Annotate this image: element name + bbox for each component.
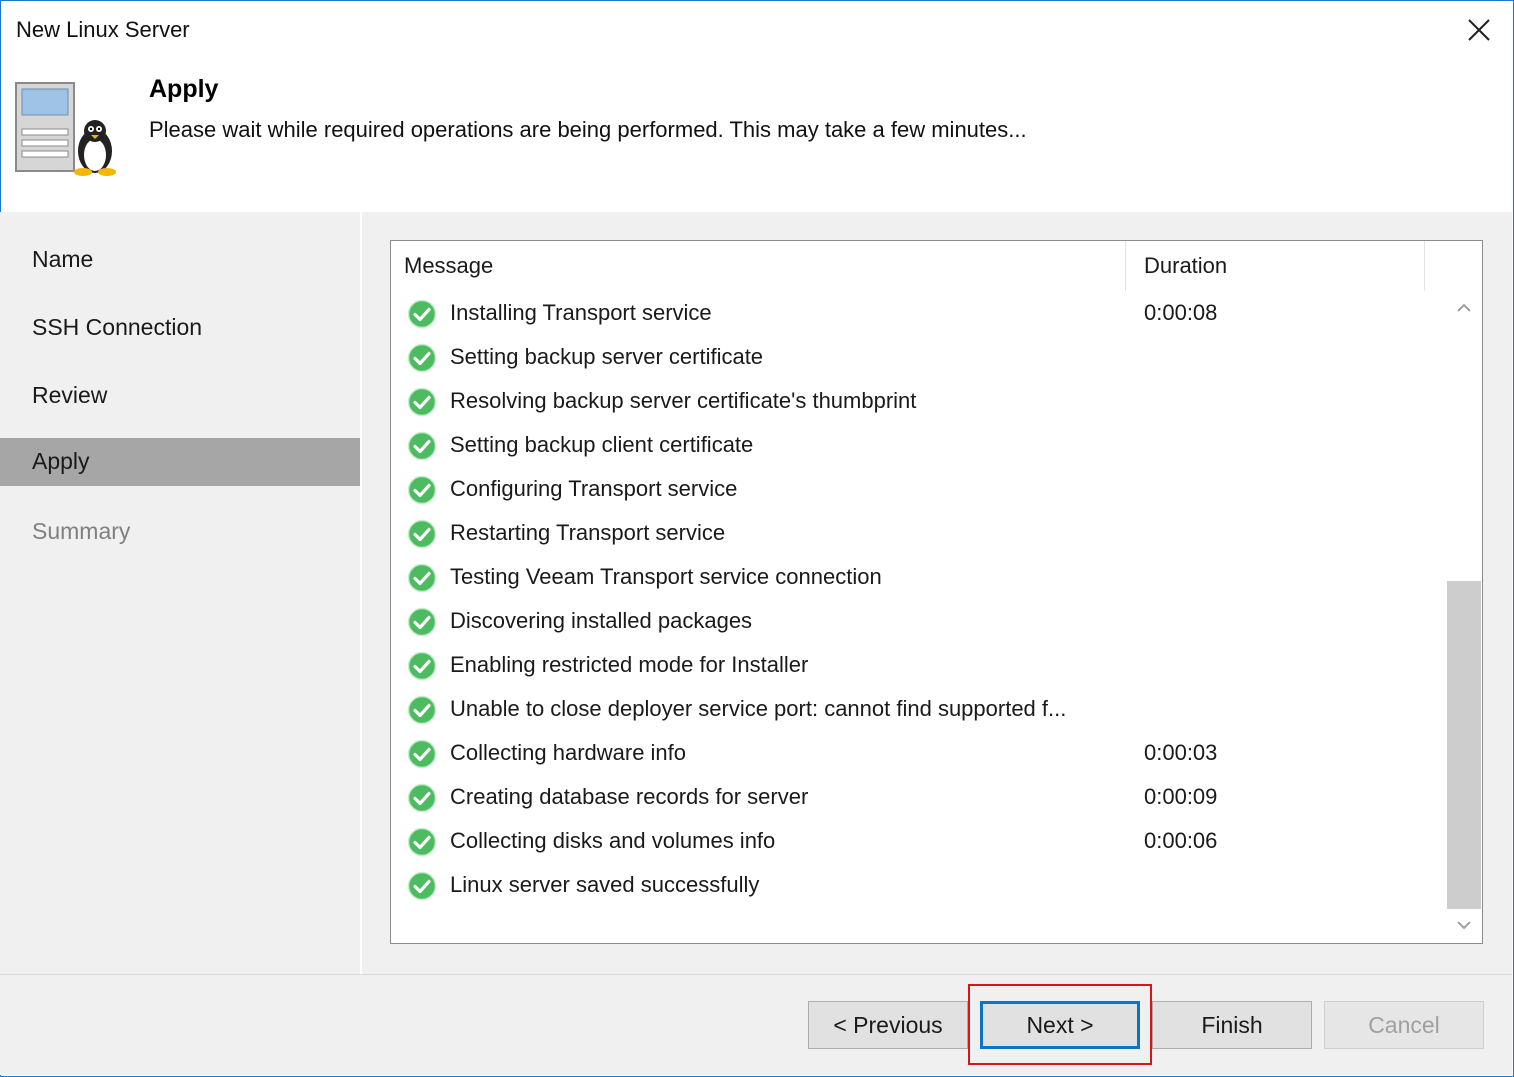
chevron-down-icon bbox=[1457, 921, 1471, 930]
check-circle-icon bbox=[407, 827, 437, 857]
step-title: Apply bbox=[149, 75, 219, 103]
check-circle-icon bbox=[407, 519, 437, 549]
table-row[interactable]: Discovering installed packages bbox=[391, 600, 1447, 644]
table-row[interactable]: Creating database records for server 0:00… bbox=[391, 776, 1447, 820]
vertical-scrollbar[interactable] bbox=[1447, 291, 1481, 942]
sidebar-item-label: Apply bbox=[32, 448, 90, 474]
sidebar-item-summary: Summary bbox=[0, 508, 360, 556]
check-circle-icon bbox=[407, 475, 437, 505]
close-button[interactable] bbox=[1459, 13, 1499, 49]
scroll-down-button[interactable] bbox=[1447, 908, 1481, 942]
log-message: Configuring Transport service bbox=[450, 476, 738, 501]
log-message: Setting backup server certificate bbox=[450, 344, 764, 369]
sidebar-item-name[interactable]: Name bbox=[0, 236, 360, 284]
log-duration: 0:00:06 bbox=[1144, 828, 1218, 853]
log-message: Installing Transport service bbox=[450, 300, 712, 325]
column-divider bbox=[1424, 241, 1425, 291]
log-message: Testing Veeam Transport service connecti… bbox=[450, 564, 882, 589]
check-circle-icon bbox=[407, 607, 437, 637]
log-message: Restarting Transport service bbox=[450, 520, 726, 545]
previous-button[interactable]: < Previous bbox=[808, 1001, 968, 1049]
log-message: Enabling restricted mode for Installer bbox=[450, 652, 809, 677]
table-row[interactable]: Setting backup server certificate bbox=[391, 336, 1447, 380]
log-message: Setting backup client certificate bbox=[450, 432, 754, 457]
wizard-steps-sidebar: Name SSH Connection Review Apply Summary bbox=[0, 212, 360, 974]
sidebar-item-ssh-connection[interactable]: SSH Connection bbox=[0, 304, 360, 352]
table-row[interactable]: Collecting hardware info 0:00:03 bbox=[391, 732, 1447, 776]
log-duration: 0:00:08 bbox=[1144, 300, 1218, 325]
log-message: Unable to close deployer service port: c… bbox=[450, 696, 1067, 721]
log-message: Resolving backup server certificate's th… bbox=[450, 388, 917, 413]
log-message: Collecting hardware info bbox=[450, 740, 687, 765]
log-message: Creating database records for server bbox=[450, 784, 809, 809]
operations-log[interactable]: Message Duration Installing Transport se… bbox=[390, 240, 1483, 944]
chevron-up-icon bbox=[1457, 303, 1471, 312]
next-button-highlight bbox=[968, 984, 1152, 1065]
column-divider bbox=[1125, 241, 1126, 291]
log-message: Discovering installed packages bbox=[450, 608, 753, 633]
check-circle-icon bbox=[407, 739, 437, 769]
check-circle-icon bbox=[407, 695, 437, 725]
close-icon bbox=[1468, 19, 1490, 41]
step-description: Please wait while required operations ar… bbox=[149, 117, 1027, 142]
log-message: Linux server saved successfully bbox=[450, 872, 760, 897]
table-row[interactable]: Configuring Transport service bbox=[391, 468, 1447, 512]
check-circle-icon bbox=[407, 563, 437, 593]
window-title: New Linux Server bbox=[16, 17, 190, 42]
check-circle-icon bbox=[407, 343, 437, 373]
finish-button[interactable]: Finish bbox=[1152, 1001, 1312, 1049]
table-row[interactable]: Unable to close deployer service port: c… bbox=[391, 688, 1447, 732]
log-duration: 0:00:09 bbox=[1144, 784, 1218, 809]
check-circle-icon bbox=[407, 387, 437, 417]
table-row[interactable]: Resolving backup server certificate's th… bbox=[391, 380, 1447, 424]
scroll-thumb[interactable] bbox=[1447, 581, 1481, 909]
table-row[interactable]: Linux server saved successfully bbox=[391, 864, 1447, 908]
cancel-button: Cancel bbox=[1324, 1001, 1484, 1049]
sidebar-item-label: Name bbox=[32, 246, 94, 272]
table-row[interactable]: Collecting disks and volumes info 0:00:06 bbox=[391, 820, 1447, 864]
table-row[interactable]: Restarting Transport service bbox=[391, 512, 1447, 556]
check-circle-icon bbox=[407, 299, 437, 329]
check-circle-icon bbox=[407, 431, 437, 461]
message-column-header[interactable]: Message bbox=[404, 253, 493, 279]
sidebar-item-label: Summary bbox=[32, 518, 131, 544]
sidebar-item-label: SSH Connection bbox=[32, 314, 203, 340]
table-row[interactable]: Testing Veeam Transport service connecti… bbox=[391, 556, 1447, 600]
duration-column-header[interactable]: Duration bbox=[1144, 253, 1227, 279]
check-circle-icon bbox=[407, 651, 437, 681]
sidebar-item-label: Review bbox=[32, 382, 108, 408]
table-row[interactable]: Enabling restricted mode for Installer bbox=[391, 644, 1447, 688]
linux-server-icon bbox=[15, 81, 121, 177]
check-circle-icon bbox=[407, 783, 437, 813]
check-circle-icon bbox=[407, 871, 437, 901]
sidebar-item-apply[interactable]: Apply bbox=[0, 438, 360, 486]
log-message: Collecting disks and volumes info bbox=[450, 828, 776, 853]
table-row[interactable]: Setting backup client certificate bbox=[391, 424, 1447, 468]
log-duration: 0:00:03 bbox=[1144, 740, 1218, 765]
scroll-up-button[interactable] bbox=[1447, 291, 1481, 325]
table-row[interactable]: Installing Transport service 0:00:08 bbox=[391, 292, 1447, 336]
sidebar-item-review[interactable]: Review bbox=[0, 372, 360, 420]
